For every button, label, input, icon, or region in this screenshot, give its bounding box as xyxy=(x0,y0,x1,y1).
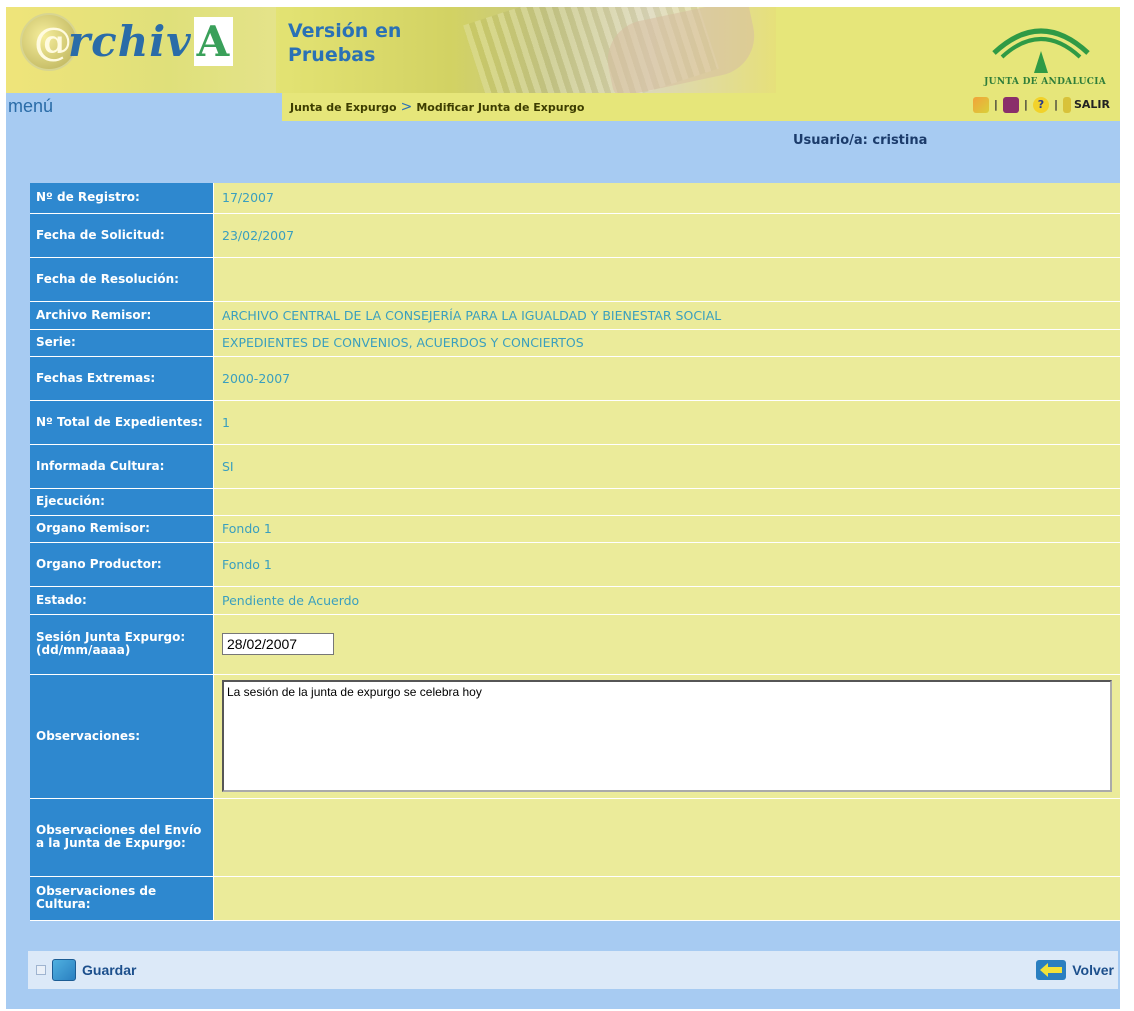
form-row: Organo Productor: Fondo 1 xyxy=(30,542,1120,587)
field-value xyxy=(213,257,1120,302)
sesion-cell xyxy=(213,614,1120,675)
form-row: Fecha de Solicitud: 23/02/2007 xyxy=(30,213,1120,258)
form-row: Nº de Registro: 17/2007 xyxy=(30,183,1120,214)
form-row: Observaciones de Cultura: xyxy=(30,876,1120,921)
logo-text: rchiv A xyxy=(68,17,234,66)
field-label: Estado: xyxy=(30,586,214,615)
guardar-label: Guardar xyxy=(82,962,137,978)
field-label: Fechas Extremas: xyxy=(30,356,214,401)
field-label: Archivo Remisor: xyxy=(30,301,214,330)
app-window: @ rchiv A Versión en Pruebas JUNTA DE AND… xyxy=(6,7,1120,1009)
obs-envio-value xyxy=(213,798,1120,877)
user-label: Usuario/a: cristina xyxy=(793,133,928,148)
logo-word: rchiv xyxy=(68,17,192,66)
sesion-label: Sesión Junta Expurgo: (dd/mm/aaaa) xyxy=(30,614,214,675)
footer-bar: Guardar Volver xyxy=(28,951,1118,989)
form-row: Fecha de Resolución: xyxy=(30,257,1120,302)
field-label: Ejecución: xyxy=(30,488,214,516)
field-value xyxy=(213,488,1120,516)
obs-cultura-label: Observaciones de Cultura: xyxy=(30,876,214,921)
logo-prefix: @ xyxy=(34,19,72,64)
toolbar: | |? | SALIR xyxy=(970,97,1110,113)
obs-cultura-value xyxy=(213,876,1120,921)
field-label: Serie: xyxy=(30,329,214,357)
salir-button[interactable]: SALIR xyxy=(1074,98,1110,111)
field-label: Organo Productor: xyxy=(30,542,214,587)
field-value: 1 xyxy=(213,400,1120,445)
breadcrumb-bar: Junta de Expurgo > Modificar Junta de Expu… xyxy=(282,93,1120,121)
people-icon[interactable] xyxy=(972,97,989,113)
field-label: Informada Cultura: xyxy=(30,444,214,489)
observaciones-label: Observaciones: xyxy=(30,674,214,799)
field-value: EXPEDIENTES DE CONVENIOS, ACUERDOS Y CON… xyxy=(213,329,1120,357)
breadcrumb-separator: > xyxy=(400,99,413,115)
form-row: Estado: Pendiente de Acuerdo xyxy=(30,586,1120,615)
field-label: Nº Total de Expedientes: xyxy=(30,400,214,445)
form-row: Organo Remisor: Fondo 1 xyxy=(30,515,1120,543)
version-title: Versión en Pruebas xyxy=(288,19,401,67)
form-row: Fechas Extremas: 2000-2007 xyxy=(30,356,1120,401)
save-disk-icon xyxy=(52,959,76,981)
form-row: Serie: EXPEDIENTES DE CONVENIOS, ACUERDOS… xyxy=(30,329,1120,357)
field-value: ARCHIVO CENTRAL DE LA CONSEJERÍA PARA LA… xyxy=(213,301,1120,330)
breadcrumb: Junta de Expurgo > Modificar Junta de Expu… xyxy=(290,99,584,115)
field-label: Fecha de Resolución: xyxy=(30,257,214,302)
book-icon[interactable] xyxy=(1002,97,1019,113)
field-label: Nº de Registro: xyxy=(30,183,214,214)
junta-label: JUNTA DE ANDALUCIA xyxy=(984,77,1106,87)
field-value: 2000-2007 xyxy=(213,356,1120,401)
volver-button[interactable]: Volver xyxy=(1036,958,1114,982)
form-row: Informada Cultura: SI xyxy=(30,444,1120,489)
field-value: Fondo 1 xyxy=(213,515,1120,543)
obs-envio-label: Observaciones del Envío a la Junta de Ex… xyxy=(30,798,214,877)
field-label: Fecha de Solicitud: xyxy=(30,213,214,258)
form-row: Nº Total de Expedientes: 1 xyxy=(30,400,1120,445)
header-banner: @ rchiv A Versión en Pruebas JUNTA DE AND… xyxy=(6,7,1120,93)
sesion-date-input[interactable] xyxy=(222,633,334,655)
observaciones-textarea[interactable]: La sesión de la junta de expurgo se cele… xyxy=(222,680,1112,792)
back-arrow-icon xyxy=(1036,960,1067,980)
bullet-icon xyxy=(36,965,46,975)
version-line-2: Pruebas xyxy=(288,44,376,66)
guardar-button[interactable]: Guardar xyxy=(52,958,136,982)
field-value: SI xyxy=(213,444,1120,489)
menu-link[interactable]: menú xyxy=(8,96,53,117)
logo-cap: A xyxy=(193,17,234,66)
version-line-1: Versión en xyxy=(288,20,402,42)
breadcrumb-modificar: Modificar Junta de Expurgo xyxy=(416,101,585,114)
form-row: Ejecución: xyxy=(30,488,1120,516)
archiva-logo: @ rchiv A xyxy=(6,7,276,93)
field-value: Pendiente de Acuerdo xyxy=(213,586,1120,615)
breadcrumb-junta-expurgo[interactable]: Junta de Expurgo xyxy=(290,101,397,114)
registro-form-table: Nº de Registro: 17/2007 Fecha de Solicitu… xyxy=(30,183,1120,921)
form-row: Archivo Remisor: ARCHIVO CENTRAL DE LA CO… xyxy=(30,301,1120,330)
volver-label: Volver xyxy=(1072,962,1114,978)
field-label: Organo Remisor: xyxy=(30,515,214,543)
form-row: Observaciones del Envío a la Junta de Ex… xyxy=(30,798,1120,877)
title-area: Versión en Pruebas xyxy=(276,7,776,93)
field-value: Fondo 1 xyxy=(213,542,1120,587)
nav-bar: menú Junta de Expurgo > Modificar Junta de… xyxy=(6,93,1120,121)
field-value: 23/02/2007 xyxy=(213,213,1120,258)
observaciones-cell: La sesión de la junta de expurgo se cele… xyxy=(213,674,1120,799)
help-icon[interactable]: ? xyxy=(1032,97,1049,113)
form-row: Sesión Junta Expurgo: (dd/mm/aaaa) xyxy=(30,614,1120,675)
form-row: Observaciones: La sesión de la junta de … xyxy=(30,674,1120,799)
field-value: 17/2007 xyxy=(213,183,1120,214)
exit-door-icon[interactable] xyxy=(1062,97,1071,113)
